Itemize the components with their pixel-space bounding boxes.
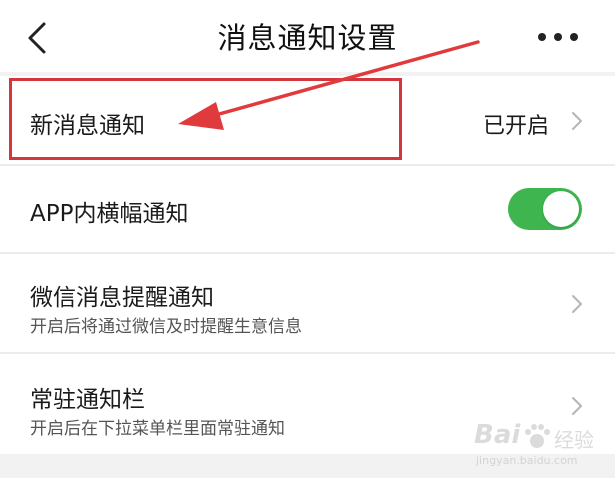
chevron-right-icon: [572, 397, 582, 415]
page-title: 消息通知设置: [217, 21, 398, 55]
navigation-bar: 消息通知设置: [0, 0, 615, 72]
in-app-banner-toggle[interactable]: [508, 188, 582, 230]
more-button[interactable]: [528, 22, 588, 52]
new-message-notification-row[interactable]: 新消息通知 已开启: [0, 76, 615, 164]
wechat-reminder-row[interactable]: 微信消息提醒通知 开启后将通过微信及时提醒生意信息: [0, 254, 615, 352]
chevron-right-icon: [572, 112, 582, 130]
more-horizontal-icon: [538, 33, 578, 41]
persistent-notification-bar-label: 常驻通知栏: [30, 387, 145, 413]
persistent-notification-bar-description: 开启后在下拉菜单栏里面常驻通知: [30, 419, 285, 439]
new-message-notification-status: 已开启: [482, 114, 549, 139]
in-app-banner-label: APP内横幅通知: [30, 201, 189, 227]
toggle-knob: [543, 191, 579, 227]
wechat-reminder-description: 开启后将通过微信及时提醒生意信息: [30, 317, 302, 337]
chevron-right-icon: [572, 295, 582, 313]
new-message-notification-label: 新消息通知: [30, 113, 145, 139]
wechat-reminder-label: 微信消息提醒通知: [30, 285, 214, 311]
persistent-notification-bar-row[interactable]: 常驻通知栏 开启后在下拉菜单栏里面常驻通知: [0, 354, 615, 454]
